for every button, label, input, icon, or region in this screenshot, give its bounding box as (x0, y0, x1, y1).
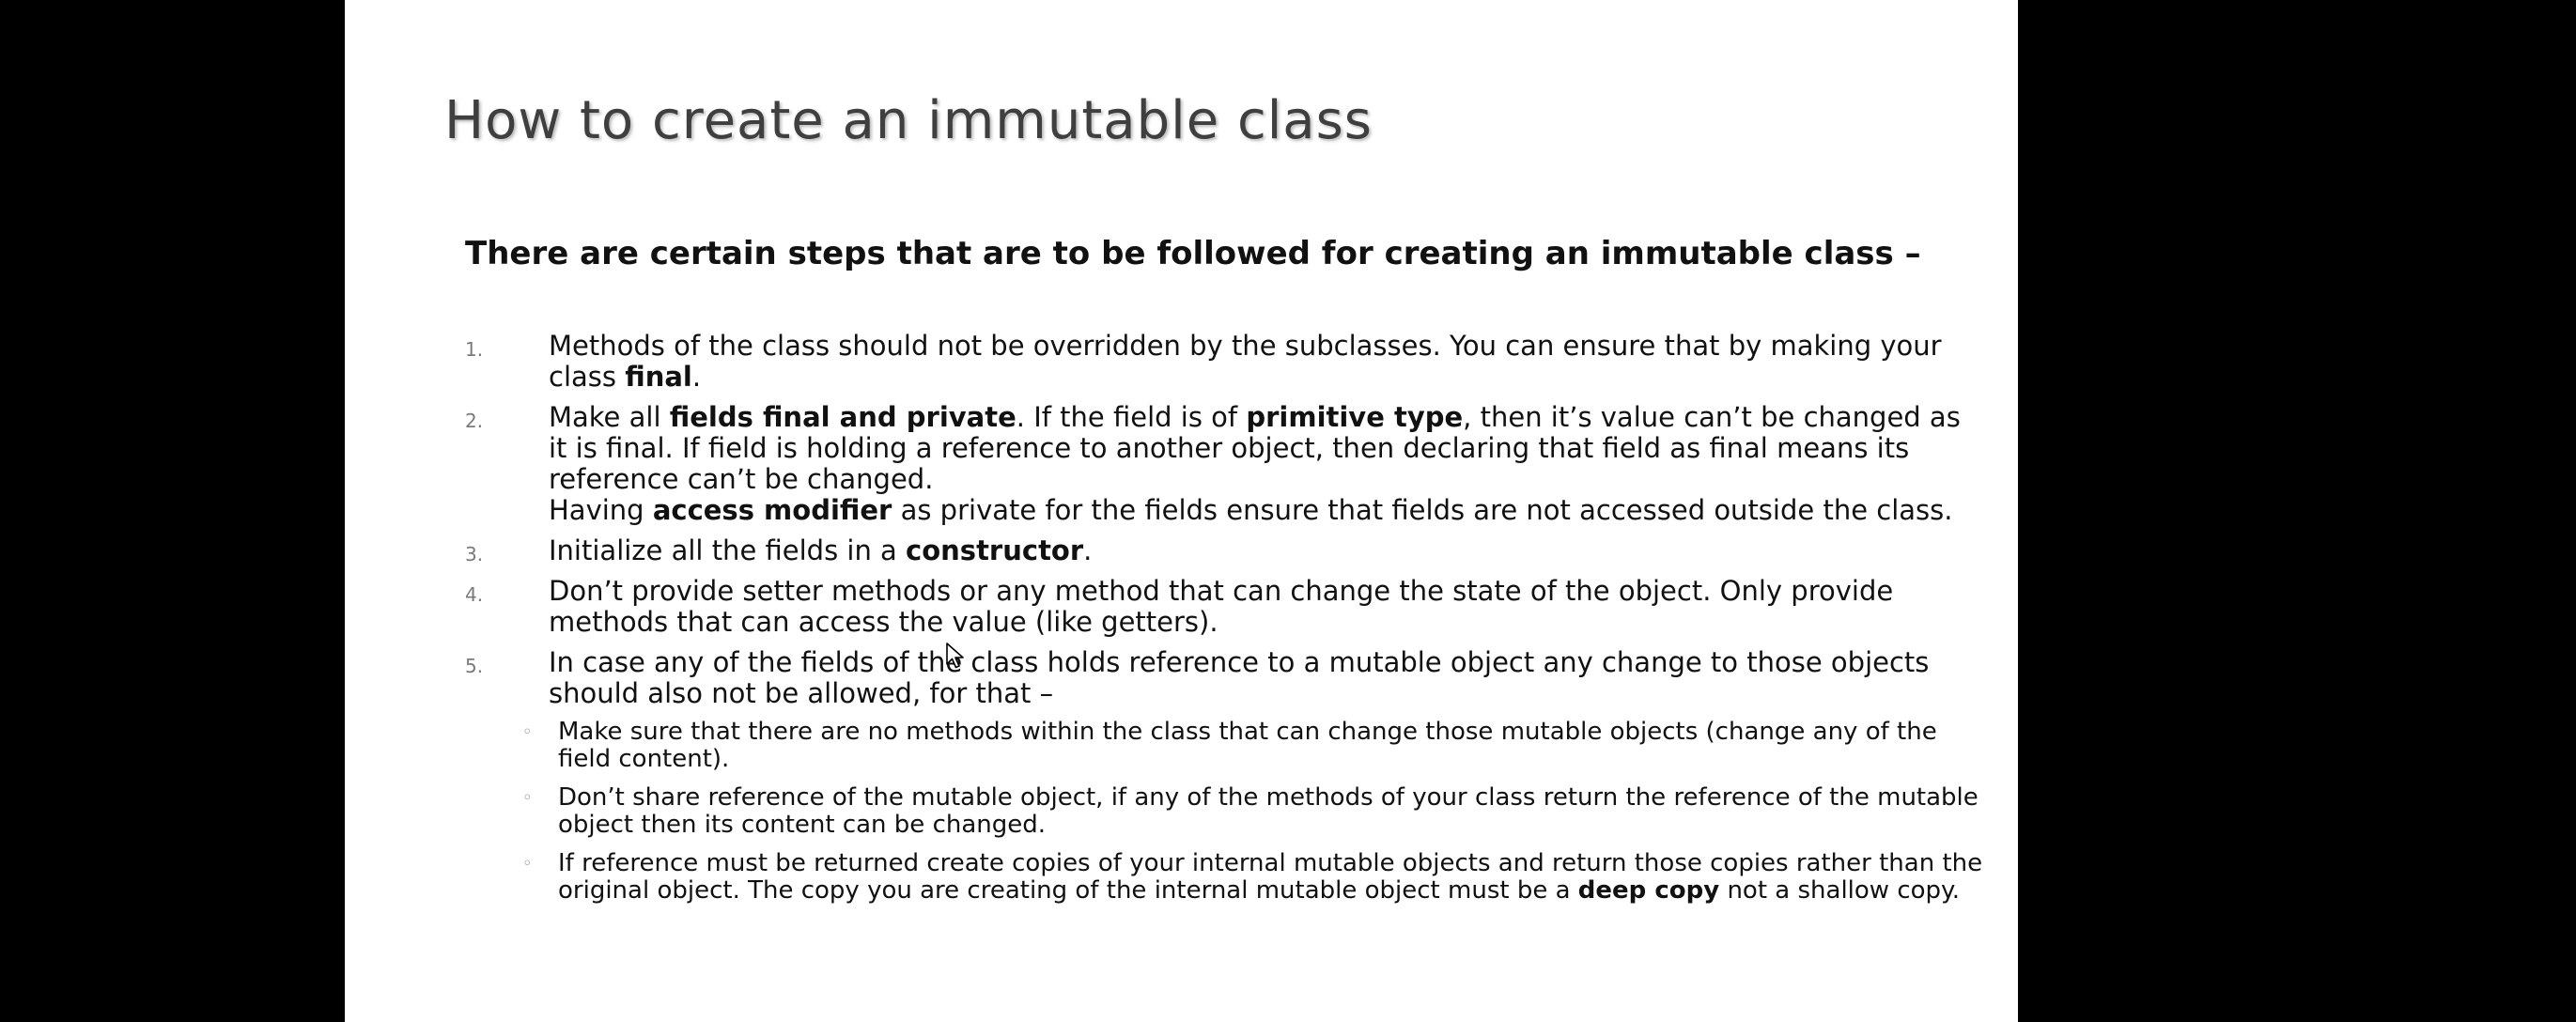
video-frame: How to create an immutable class There a… (0, 0, 2576, 1022)
step-2: 2. Make all fields final and private. If… (465, 402, 1987, 526)
step-text: Don’t provide setter methods or any meth… (549, 576, 1987, 638)
sub-item-text: not a shallow copy. (1719, 876, 1960, 905)
slide-title: How to create an immutable class (444, 90, 1373, 151)
step-keyword: fields final and private (669, 401, 1016, 433)
slide: How to create an immutable class There a… (345, 0, 2018, 1022)
step-number: 3. (465, 543, 484, 565)
step-keyword: primitive type (1246, 401, 1464, 433)
step-number: 5. (465, 655, 484, 677)
sub-item: ◦ Don’t share reference of the mutable o… (520, 784, 1987, 839)
step-text-part: . If the field is of (1016, 401, 1247, 433)
step-text-part: Methods of the class should not be overr… (549, 330, 1942, 393)
step-text: In case any of the fields of the class h… (549, 647, 1987, 709)
step-text-part: Having (549, 494, 653, 526)
step-text-part: In case any of the fields of the class h… (549, 646, 1930, 709)
step-text: Methods of the class should not be overr… (549, 331, 1987, 393)
step-text: Having access modifier as private for th… (549, 495, 1987, 526)
sub-item: ◦ If reference must be returned create c… (520, 850, 1987, 905)
step-text-part: Don’t provide setter methods or any meth… (549, 575, 1894, 638)
step-number: 2. (465, 410, 484, 432)
bullet-icon: ◦ (522, 854, 533, 874)
step-text: Make all fields final and private. If th… (549, 402, 1987, 495)
step-text-part: Initialize all the fields in a (549, 534, 907, 566)
sub-item: ◦ Make sure that there are no methods wi… (520, 719, 1987, 773)
step-text-part: . (1083, 534, 1093, 566)
step-keyword: constructor (906, 534, 1084, 566)
step-keyword: access modifier (652, 494, 892, 526)
step-text-part: as private for the fields ensure that fi… (892, 494, 1953, 526)
bullet-icon: ◦ (522, 722, 533, 742)
step-number: 1. (465, 338, 484, 361)
step-3: 3. Initialize all the fields in a constr… (465, 535, 1987, 566)
sub-item-text: Don’t share reference of the mutable obj… (558, 783, 1979, 839)
step-number: 4. (465, 583, 484, 606)
step-text-part: Make all (549, 401, 670, 433)
step-text: Initialize all the fields in a construct… (549, 535, 1987, 566)
bullet-icon: ◦ (522, 788, 533, 808)
step-4: 4. Don’t provide setter methods or any m… (465, 576, 1987, 638)
mouse-pointer-icon (946, 643, 964, 669)
step-text-part: . (691, 361, 702, 393)
steps-list: 1. Methods of the class should not be ov… (465, 331, 1987, 916)
slide-intro: There are certain steps that are to be f… (465, 235, 1921, 272)
step-1: 1. Methods of the class should not be ov… (465, 331, 1987, 393)
sub-list: ◦ Make sure that there are no methods wi… (520, 719, 1987, 905)
step-keyword: deep copy (1577, 876, 1720, 905)
sub-item-text: Make sure that there are no methods with… (558, 718, 1937, 773)
step-keyword: final (625, 361, 692, 393)
step-5: 5. In case any of the fields of the clas… (465, 647, 1987, 905)
